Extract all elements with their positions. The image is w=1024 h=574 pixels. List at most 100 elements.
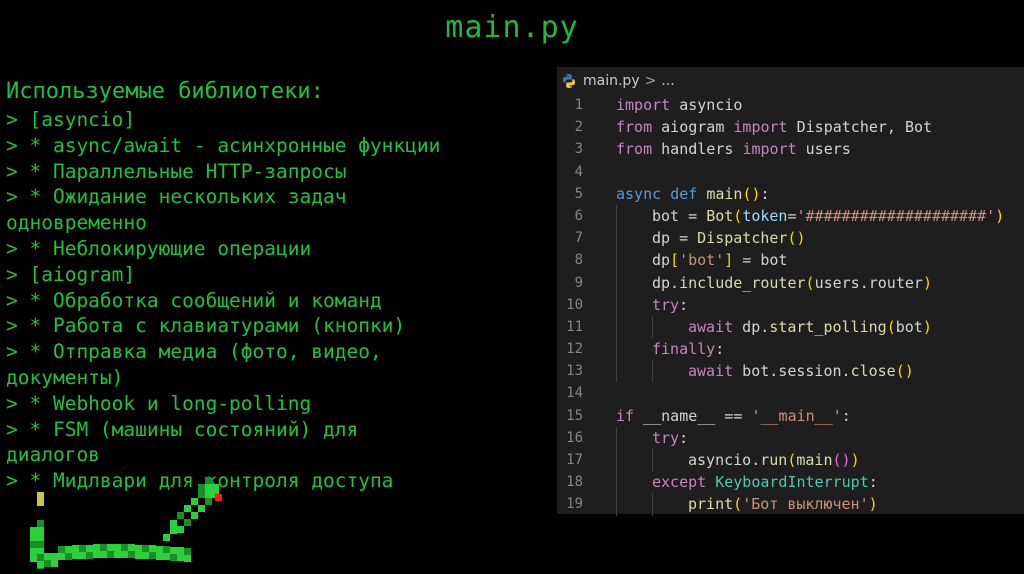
code-token: async <box>616 184 662 203</box>
code-token: bot = <box>652 206 707 225</box>
snake-segment <box>114 544 121 551</box>
code-editor[interactable]: main.py > ... 1 import asyncio 2 from aiogr… <box>557 67 1024 516</box>
snake-segment <box>114 551 121 558</box>
snake-segment <box>44 560 51 567</box>
snake-segment <box>93 551 100 558</box>
snake-segment <box>72 545 79 552</box>
code-token: if <box>616 406 635 425</box>
code-token: except <box>652 473 707 492</box>
code-token: token <box>742 206 788 225</box>
snake-segment <box>177 547 184 554</box>
snake-segment <box>177 526 184 533</box>
code-token: ) <box>868 495 878 514</box>
code-token: import <box>733 118 788 137</box>
snake-segment <box>100 544 107 551</box>
line-number: 11 <box>566 318 583 335</box>
breadcrumb-more[interactable]: ... <box>661 73 674 89</box>
snake-segment <box>30 548 37 555</box>
code-text: import asyncio <box>616 94 742 116</box>
indent-guide <box>616 493 617 516</box>
code-line[interactable]: 6 bot = Bot(token='####################') <box>557 204 1024 228</box>
code-token: from <box>616 140 653 159</box>
code-line[interactable]: 7 dp = Dispatcher() <box>557 227 1024 250</box>
notes-line: > [asyncio] <box>6 108 136 131</box>
code-line[interactable]: 11 await dp.start_polling(bot) <box>557 315 1024 339</box>
code-line[interactable]: 18 except KeyboardInterrupt: <box>557 471 1024 494</box>
snake-segment <box>163 553 170 560</box>
line-number: 17 <box>566 452 583 468</box>
code-line[interactable]: 8 dp['bot'] = bot <box>557 249 1024 272</box>
line-number: 15 <box>566 407 583 424</box>
code-text: dp['bot'] = bot <box>652 249 787 271</box>
indent-guide <box>616 249 617 272</box>
code-token: dp <box>652 251 671 270</box>
breadcrumb-file[interactable]: main.py <box>583 73 640 89</box>
snake-segment <box>184 548 191 555</box>
code-token: ( <box>733 206 743 225</box>
code-line[interactable]: 1 import asyncio <box>557 94 1024 116</box>
code-line[interactable]: 2 from aiogram import Dispatcher, Bot <box>557 116 1024 138</box>
code-token: dp. <box>733 317 770 336</box>
code-token: asyncio <box>670 96 743 114</box>
snake-segment <box>51 553 58 560</box>
code-line[interactable]: 15 if __name__ == '__main__': <box>557 405 1024 427</box>
snake-segment <box>37 520 44 527</box>
code-line[interactable]: 17 asyncio.run(main()) <box>557 449 1024 472</box>
code-line[interactable]: 19 print('Бот выключен') <box>557 493 1024 516</box>
snake-segment <box>37 548 44 555</box>
line-number: 10 <box>566 296 583 313</box>
snake-segment <box>135 545 142 552</box>
code-token: = <box>787 206 797 225</box>
line-number: 19 <box>566 496 583 513</box>
snake-segment <box>156 546 163 553</box>
notes-heading: Используемые библиотеки: <box>6 79 324 104</box>
code-line[interactable]: 4 <box>557 161 1024 183</box>
code-token: __name__ == <box>634 406 752 425</box>
snake-segment <box>128 551 135 558</box>
line-number: 1 <box>574 97 583 113</box>
code-token: : <box>679 295 689 314</box>
snake-segment <box>198 505 205 512</box>
code-token: main <box>796 451 833 469</box>
code-line[interactable]: 16 try: <box>557 426 1024 449</box>
line-number: 7 <box>574 230 583 247</box>
code-token: start_polling <box>769 317 887 336</box>
snake-segment <box>100 551 107 558</box>
code-token: await <box>688 362 734 381</box>
code-text: finally: <box>652 338 724 360</box>
indent-guide <box>616 271 617 294</box>
code-line[interactable]: 12 finally: <box>557 338 1024 361</box>
notes-line: диалогов <box>6 443 100 467</box>
line-number: 6 <box>574 207 583 224</box>
code-text: dp = Dispatcher() <box>652 227 806 249</box>
code-line[interactable]: 5 async def main(): <box>557 183 1024 205</box>
code-token: await <box>688 317 734 336</box>
code-line[interactable]: 13 await bot.session.close() <box>557 360 1024 383</box>
notes-line: > * Ожидание нескольких задач <box>6 185 347 209</box>
code-token: : <box>715 340 725 359</box>
code-token: : <box>841 406 851 425</box>
code-text: try: <box>652 294 688 316</box>
snake-segment <box>58 553 65 560</box>
snake-segment <box>30 527 37 534</box>
code-line[interactable]: 3 from handlers import users <box>557 138 1024 160</box>
code-token: aiogram <box>652 118 734 137</box>
code-line[interactable]: 10 try: <box>557 293 1024 316</box>
editor-breadcrumb[interactable]: main.py > ... <box>557 67 1024 94</box>
code-area[interactable]: 1 import asyncio 2 from aiogram import Disp… <box>557 94 1024 516</box>
snake-segment <box>51 560 58 567</box>
snake-segment <box>37 562 44 569</box>
code-text: asyncio.run(main()) <box>688 449 860 471</box>
snake-segment <box>58 546 65 553</box>
notes-line: > * Обработка сообщений и команд <box>6 288 382 312</box>
line-number: 14 <box>566 385 583 402</box>
code-token: ( <box>805 273 815 292</box>
code-line[interactable]: 9 dp.include_router(users.router) <box>557 271 1024 294</box>
snake-segment <box>65 546 72 553</box>
indent-guide <box>616 315 617 339</box>
snake-segment <box>30 541 37 548</box>
code-token: = bot <box>733 251 788 270</box>
code-line[interactable]: 14 <box>557 382 1024 404</box>
snake-segment <box>184 505 191 512</box>
